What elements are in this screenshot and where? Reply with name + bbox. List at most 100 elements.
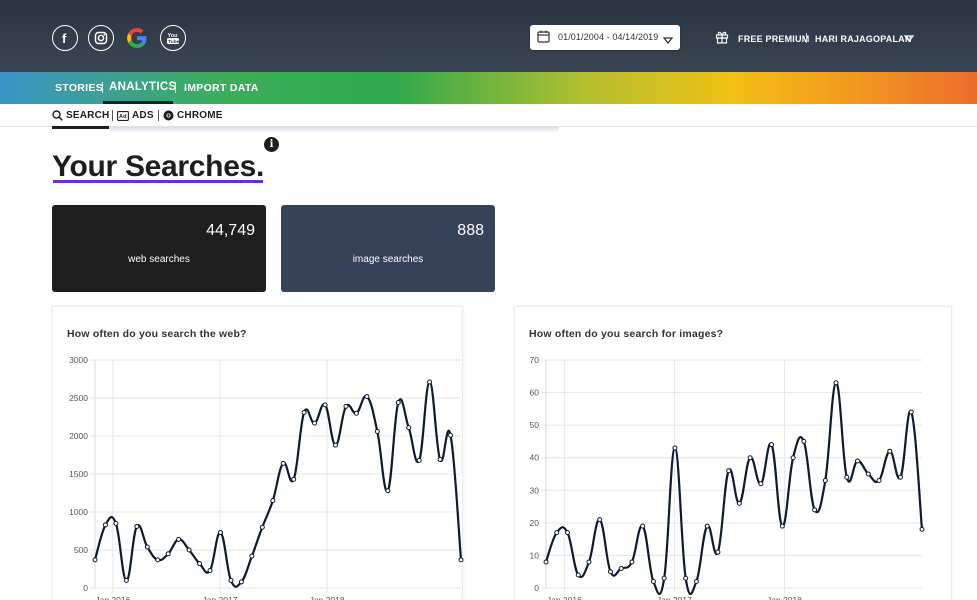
web-searches-label: web searches [128,254,190,265]
data-point [259,524,265,530]
y-tick-label: 40 [530,453,540,463]
tab-analytics[interactable]: ANALYTICS [109,81,176,93]
svg-text:Tube: Tube [168,39,179,45]
data-point [249,553,255,559]
data-point [618,565,624,571]
data-point [887,448,893,454]
instagram-icon[interactable] [88,25,114,51]
subtab-search[interactable]: SEARCH [52,110,109,121]
data-point [144,544,150,550]
data-point [385,488,391,494]
data-point [586,559,592,565]
data-point [919,526,925,532]
data-point [543,559,549,565]
title-underline [53,180,263,183]
data-point [353,410,359,416]
app-window: f You Tube 01/01/2004 - 04/14/2019 FREE P… [0,0,977,600]
data-point [769,442,775,448]
data-point [607,569,613,575]
x-tick-label: Jan 2018 [310,595,345,600]
image-searches-count: 888 [457,222,484,239]
data-point [876,478,882,484]
y-tick-label: 1000 [69,507,88,517]
data-point [186,547,192,553]
data-point [270,498,276,504]
calendar-icon [537,30,550,43]
data-point [779,523,785,529]
y-tick-label: 0 [534,583,539,593]
user-menu[interactable]: HARI RAJAGOPALAN [815,34,912,44]
data-point [564,530,570,536]
image-searches-label: image searches [352,254,424,265]
data-point [134,523,140,529]
data-point [343,403,349,409]
data-point [364,393,370,399]
subnav-shadow [109,127,559,133]
data-point [322,402,328,408]
data-point [790,455,796,461]
nav-divider [175,82,176,93]
nav-divider [102,82,103,93]
series-line [93,380,463,588]
subtab-search-label: SEARCH [66,110,110,121]
y-tick-label: 500 [74,545,88,555]
google-icon[interactable] [124,25,150,51]
y-tick-label: 3000 [69,355,88,365]
youtube-icon[interactable]: You Tube [160,25,186,51]
data-point [280,460,286,466]
tab-import-data[interactable]: IMPORT DATA [184,82,259,94]
subtab-chrome-label: CHROME [177,110,223,121]
y-tick-label: 1500 [69,469,88,479]
tab-stories[interactable]: STORIES [55,82,103,94]
free-premium-link[interactable]: FREE PREMIUM [738,34,809,44]
header-divider [806,33,807,43]
data-point [844,474,850,480]
data-point [693,578,699,584]
sub-nav: SEARCH Ad ADS CHROME [0,104,977,127]
subtab-ads-label: ADS [132,110,154,121]
web-searches-card: 44,749 web searches [52,205,266,292]
x-tick-label: Jan 2017 [202,595,237,600]
data-point [312,420,318,426]
y-tick-label: 70 [530,355,540,365]
data-point [291,476,297,482]
data-point [374,428,380,434]
facebook-icon[interactable]: f [52,25,78,51]
data-point [812,507,818,513]
data-point [661,575,667,581]
image-searches-card: 888 image searches [281,205,495,292]
info-icon[interactable]: i [264,137,279,152]
date-range-picker[interactable]: 01/01/2004 - 04/14/2019 [530,25,680,50]
y-tick-label: 0 [83,583,88,593]
data-point [833,380,839,386]
series-line [544,381,924,595]
data-point [228,577,234,583]
image-search-chart-card: How often do you search for images? 0 10 2… [514,306,952,600]
gift-icon [715,31,729,44]
chevron-down-icon [663,37,673,44]
subtab-ads[interactable]: Ad ADS [117,110,154,121]
data-point [597,517,603,523]
data-point [458,557,464,563]
data-point [554,530,560,536]
data-point [301,409,307,415]
data-point [406,425,412,431]
data-point [629,559,635,565]
data-point [333,442,339,448]
data-point [448,432,454,438]
data-point [197,561,203,567]
data-point [207,568,213,574]
data-point [395,400,401,406]
data-point [575,572,581,578]
date-range-text: 01/01/2004 - 04/14/2019 [558,32,659,42]
y-tick-label: 30 [530,485,540,495]
data-point [176,536,182,542]
search-icon [52,110,63,121]
active-subtab-indicator [52,126,109,129]
subnav-divider [112,110,113,121]
chrome-icon [163,110,174,121]
user-menu-chevron-icon[interactable] [904,35,914,42]
data-point [801,438,807,444]
main-nav: STORIES ANALYTICS IMPORT DATA [0,72,977,104]
subtab-chrome[interactable]: CHROME [163,110,223,121]
